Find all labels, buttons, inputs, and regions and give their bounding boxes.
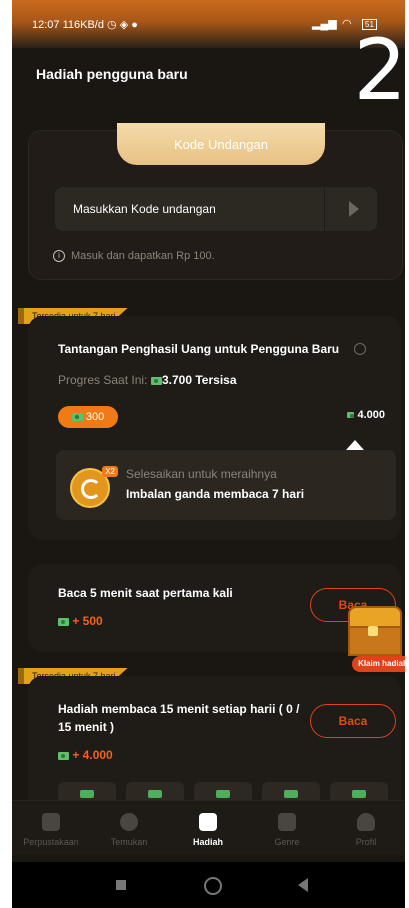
tab-label: Genre	[274, 837, 300, 847]
tab-hadiah[interactable]: Hadiah	[169, 801, 247, 855]
page-title: Hadiah pengguna baru	[36, 66, 188, 82]
invite-code-card: Kode Undangan Masukkan Kode undangan i M…	[28, 123, 403, 280]
claim-reward-button[interactable]: Klaim hadiah	[352, 656, 405, 672]
target-amount: 4.000	[347, 409, 385, 421]
invite-code-placeholder: Masukkan Kode undangan	[73, 202, 216, 216]
chest-lock	[368, 626, 378, 636]
status-time: 12:07 116KB/d ◷ ◈ ●	[32, 19, 138, 31]
compass-icon	[120, 813, 138, 831]
task-reward: + 4.000	[58, 748, 113, 762]
double-tag: X2	[102, 466, 118, 477]
read-button[interactable]: Baca	[310, 704, 396, 738]
challenge-card: Tantangan Penghasil Uang untuk Pengguna …	[28, 316, 401, 540]
signal-icon: ▂▄▆	[312, 18, 337, 30]
tab-label: Hadiah	[192, 837, 223, 847]
user-icon	[357, 813, 375, 831]
invite-code-input[interactable]: Masukkan Kode undangan	[55, 187, 377, 231]
gift-icon	[199, 813, 217, 831]
target-pointer	[346, 440, 364, 450]
input-divider	[324, 187, 325, 231]
home-icon[interactable]	[204, 877, 222, 895]
tab-label: Perpustakaan	[23, 837, 79, 847]
cash-icon	[150, 376, 162, 385]
task-reward: + 500	[58, 614, 103, 628]
info-icon: i	[53, 250, 65, 262]
library-icon	[42, 813, 60, 831]
cash-icon	[58, 617, 69, 626]
tab-genre[interactable]: Genre	[248, 801, 326, 855]
help-icon[interactable]	[354, 343, 366, 355]
invite-code-tab: Kode Undangan	[117, 123, 325, 165]
challenge-title: Tantangan Penghasil Uang untuk Pengguna …	[58, 342, 340, 356]
back-icon[interactable]	[298, 878, 308, 892]
task-card-daily-read: Hadiah membaca 15 menit setiap harii ( 0…	[28, 676, 401, 822]
tab-temukan[interactable]: Temukan	[90, 801, 168, 855]
invite-note: Masuk dan dapatkan Rp 100.	[71, 250, 215, 262]
progress-label: Progres Saat Ini:	[58, 373, 162, 387]
task-title: Hadiah membaca 15 menit setiap harii ( 0…	[58, 702, 300, 734]
tab-label: Profil	[355, 837, 377, 847]
current-amount-pill: 300	[58, 406, 118, 428]
grid-icon	[278, 813, 296, 831]
overlay-number: 2	[353, 21, 405, 119]
coin-icon: X2	[70, 466, 118, 508]
double-reward-title: Imbalan ganda membaca 7 hari	[126, 487, 305, 501]
tab-profil[interactable]: Profil	[327, 801, 405, 855]
system-nav-bar	[12, 862, 405, 908]
double-reward-box: X2 Selesaikan untuk meraihnya Imbalan ga…	[56, 450, 396, 520]
cash-icon	[58, 751, 69, 760]
double-reward-hint: Selesaikan untuk meraihnya	[126, 467, 277, 481]
recents-icon[interactable]	[116, 880, 126, 890]
treasure-chest-icon[interactable]	[344, 604, 402, 658]
send-icon[interactable]	[349, 201, 359, 217]
cash-icon	[347, 412, 355, 419]
progress-value: 3.700 Tersisa	[162, 373, 237, 387]
phone-screen: 12:07 116KB/d ◷ ◈ ● ▂▄▆ ◠ 51 2 Hadiah pe…	[12, 0, 405, 908]
cash-icon	[71, 413, 83, 422]
wifi-icon: ◠	[342, 18, 352, 30]
tab-perpustakaan[interactable]: Perpustakaan	[12, 801, 90, 855]
tab-label: Temukan	[110, 837, 148, 847]
task-title: Baca 5 menit saat pertama kali	[58, 586, 233, 600]
status-bar: 12:07 116KB/d ◷ ◈ ● ▂▄▆ ◠ 51	[12, 0, 405, 48]
bottom-tab-bar: Perpustakaan Temukan Hadiah Genre Profil	[12, 800, 405, 855]
